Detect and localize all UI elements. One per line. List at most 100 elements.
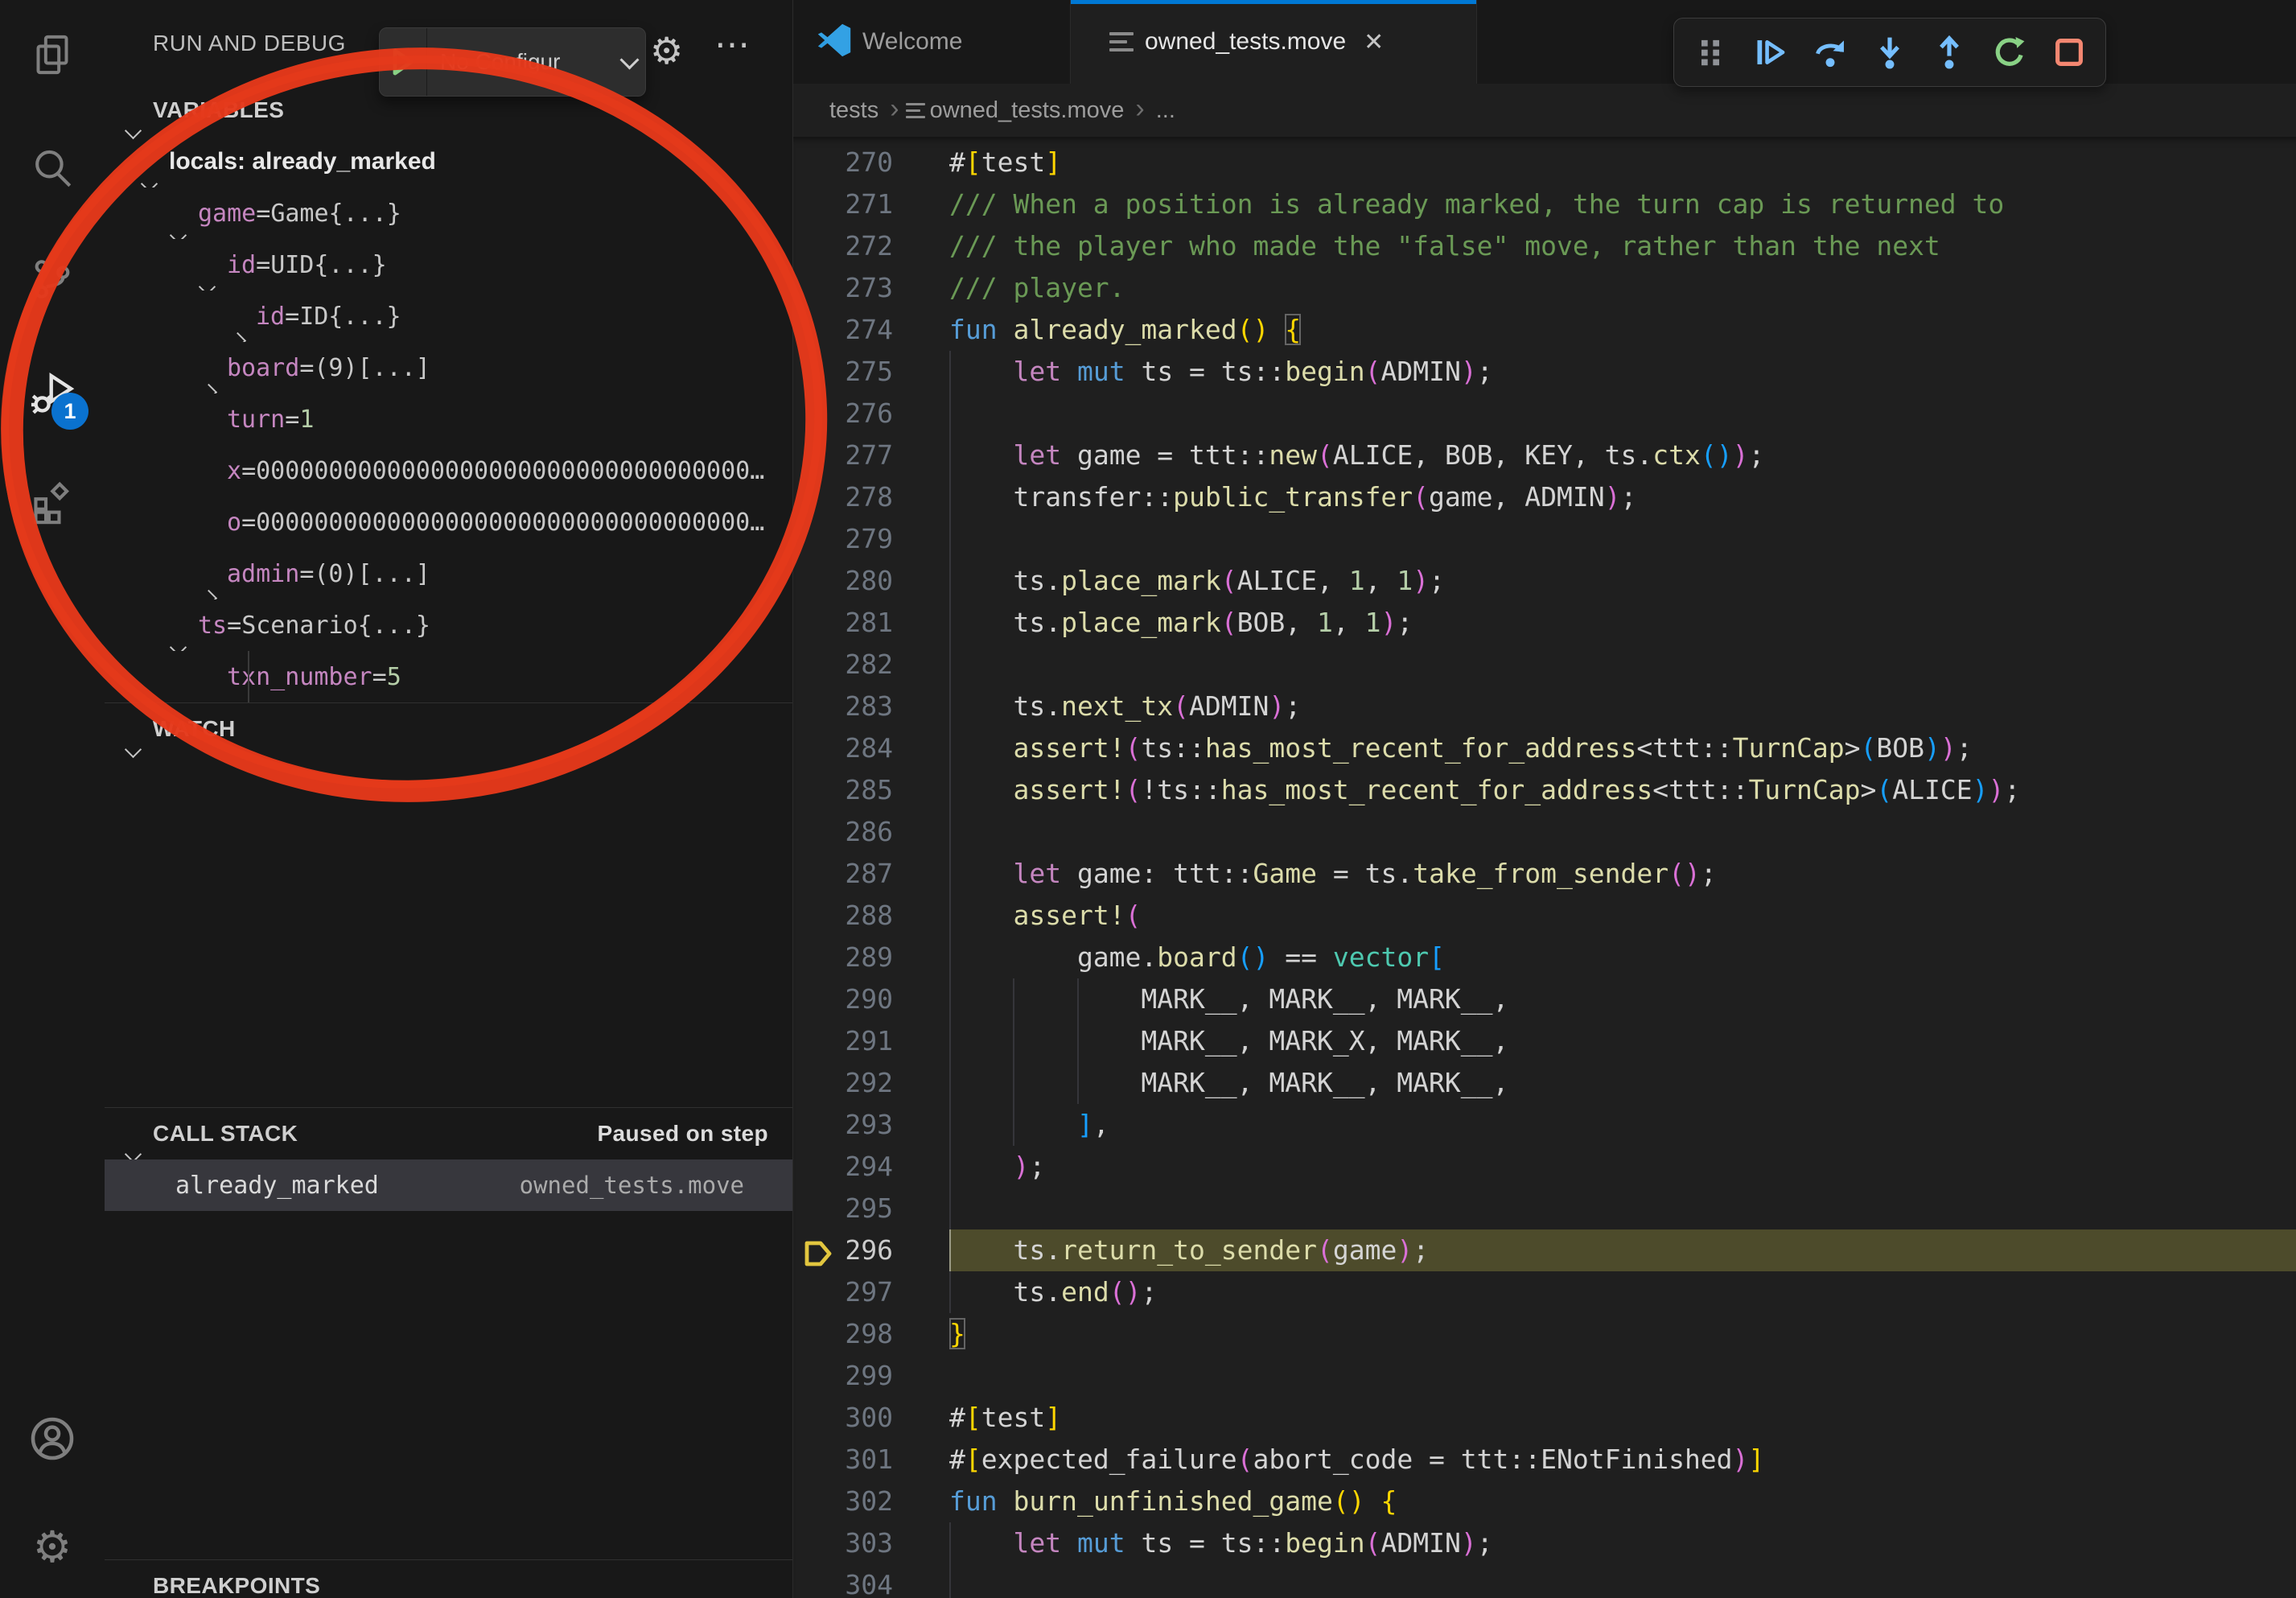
line-number[interactable]: 292	[793, 1062, 949, 1104]
line-number[interactable]: 276	[793, 393, 949, 435]
step-over-button[interactable]	[1808, 27, 1853, 78]
line-number[interactable]: 272	[793, 225, 949, 267]
code-line-content[interactable]: );	[949, 1146, 2296, 1188]
line-number[interactable]: 279	[793, 518, 949, 560]
code-line-content[interactable]: /// When a position is already marked, t…	[949, 183, 2296, 225]
breakpoints-section-header[interactable]: BREAKPOINTS	[105, 1560, 792, 1598]
line-number[interactable]: 299	[793, 1355, 949, 1397]
code-line-content[interactable]: assert!(	[949, 895, 2296, 937]
line-number[interactable]: 282	[793, 644, 949, 686]
variable-row-txn-number[interactable]: txn_number = 5	[105, 651, 792, 702]
code-line-content[interactable]: /// the player who made the "false" move…	[949, 225, 2296, 267]
line-number[interactable]: 296	[793, 1229, 949, 1271]
code-line-content[interactable]: game.board() == vector[	[949, 937, 2296, 978]
code-line[interactable]: 294 );	[793, 1146, 2296, 1188]
variable-row-id-id[interactable]: id = ID{...}	[105, 290, 792, 342]
code-line-content[interactable]	[949, 518, 2296, 560]
line-number[interactable]: 303	[793, 1522, 949, 1564]
code-line[interactable]: 298}	[793, 1313, 2296, 1355]
line-number[interactable]: 286	[793, 811, 949, 853]
line-number[interactable]: 297	[793, 1271, 949, 1313]
code-line[interactable]: 280 ts.place_mark(ALICE, 1, 1);	[793, 560, 2296, 602]
tab-owned-tests-move[interactable]: owned_tests.move ✕	[1071, 0, 1477, 84]
code-line-content[interactable]	[949, 811, 2296, 853]
breadcrumb-file[interactable]: owned_tests.move	[930, 97, 1125, 124]
code-line[interactable]: 284 assert!(ts::has_most_recent_for_addr…	[793, 727, 2296, 769]
line-number[interactable]: 291	[793, 1020, 949, 1062]
code-line-content[interactable]: fun already_marked() {	[949, 309, 2296, 351]
line-number[interactable]: 287	[793, 853, 949, 895]
line-number[interactable]: 270	[793, 142, 949, 183]
line-number[interactable]: 298	[793, 1313, 949, 1355]
code-line-content[interactable]	[949, 1188, 2296, 1229]
line-number[interactable]: 295	[793, 1188, 949, 1229]
code-line-content[interactable]: ts.place_mark(ALICE, 1, 1);	[949, 560, 2296, 602]
code-line-content[interactable]: #[test]	[949, 142, 2296, 183]
code-line[interactable]: 274fun already_marked() {	[793, 309, 2296, 351]
code-line[interactable]: 302fun burn_unfinished_game() {	[793, 1481, 2296, 1522]
search-icon[interactable]	[0, 145, 105, 192]
variable-row-turn[interactable]: turn = 1	[105, 393, 792, 445]
variable-row-game[interactable]: game = Game{...}	[105, 187, 792, 239]
stop-button[interactable]	[2047, 27, 2092, 78]
code-line-content[interactable]: MARK__, MARK_X, MARK__,	[949, 1020, 2296, 1062]
code-line[interactable]: 279	[793, 518, 2296, 560]
code-line-content[interactable]: }	[949, 1313, 2296, 1355]
code-line-content[interactable]: /// player.	[949, 267, 2296, 309]
code-line[interactable]: 285 assert!(!ts::has_most_recent_for_add…	[793, 769, 2296, 811]
code-line-content[interactable]	[949, 644, 2296, 686]
code-line-content[interactable]	[949, 1355, 2296, 1397]
line-number[interactable]: 274	[793, 309, 949, 351]
code-line[interactable]: 303 let mut ts = ts::begin(ADMIN);	[793, 1522, 2296, 1564]
code-line-content[interactable]: assert!(ts::has_most_recent_for_address<…	[949, 727, 2296, 769]
extensions-icon[interactable]	[0, 480, 105, 526]
line-number[interactable]: 280	[793, 560, 949, 602]
code-line-content[interactable]: #[expected_failure(abort_code = ttt::ENo…	[949, 1439, 2296, 1481]
code-line-content[interactable]	[949, 393, 2296, 435]
call-stack-frame-row[interactable]: already_marked owned_tests.move	[105, 1159, 792, 1211]
drag-handle-icon[interactable]	[1688, 27, 1733, 78]
explorer-icon[interactable]	[0, 32, 105, 77]
code-line[interactable]: 270#[test]	[793, 142, 2296, 183]
line-number[interactable]: 294	[793, 1146, 949, 1188]
settings-gear-icon[interactable]: ⚙	[0, 1526, 105, 1569]
code-line[interactable]: 289 game.board() == vector[	[793, 937, 2296, 978]
step-into-button[interactable]	[1867, 27, 1912, 78]
line-number[interactable]: 281	[793, 602, 949, 644]
watch-section-header[interactable]: WATCH	[105, 703, 792, 755]
code-line-content[interactable]: ts.next_tx(ADMIN);	[949, 686, 2296, 727]
code-line-content[interactable]	[949, 1564, 2296, 1598]
code-line-content[interactable]: let mut ts = ts::begin(ADMIN);	[949, 351, 2296, 393]
line-number[interactable]: 273	[793, 267, 949, 309]
code-line[interactable]: 282	[793, 644, 2296, 686]
restart-button[interactable]	[1987, 27, 2032, 78]
variables-section-header[interactable]: VARIABLES	[105, 84, 792, 136]
variable-row-id-uid[interactable]: id = UID{...}	[105, 239, 792, 290]
code-line[interactable]: 273/// player.	[793, 267, 2296, 309]
line-number[interactable]: 301	[793, 1439, 949, 1481]
code-line[interactable]: 287 let game: ttt::Game = ts.take_from_s…	[793, 853, 2296, 895]
variable-row-ts[interactable]: ts = Scenario{...}	[105, 599, 792, 651]
breadcrumb-symbol[interactable]: ...	[1156, 97, 1175, 124]
variable-row-board[interactable]: board = (9)[...]	[105, 342, 792, 393]
code-line[interactable]: 275 let mut ts = ts::begin(ADMIN);	[793, 351, 2296, 393]
source-control-icon[interactable]	[0, 256, 105, 303]
account-icon[interactable]	[0, 1413, 105, 1464]
more-actions-icon[interactable]: ⋯	[714, 24, 750, 65]
code-line-content[interactable]: MARK__, MARK__, MARK__,	[949, 1062, 2296, 1104]
code-line[interactable]: 276	[793, 393, 2296, 435]
code-line[interactable]: 290 MARK__, MARK__, MARK__,	[793, 978, 2296, 1020]
variable-row-admin[interactable]: admin = (0)[...]	[105, 548, 792, 599]
line-number[interactable]: 275	[793, 351, 949, 393]
line-number[interactable]: 285	[793, 769, 949, 811]
code-line[interactable]: 286	[793, 811, 2296, 853]
line-number[interactable]: 288	[793, 895, 949, 937]
line-number[interactable]: 284	[793, 727, 949, 769]
scope-row-locals[interactable]: locals: already_marked	[105, 136, 792, 187]
code-line[interactable]: 291 MARK__, MARK_X, MARK__,	[793, 1020, 2296, 1062]
code-line[interactable]: 283 ts.next_tx(ADMIN);	[793, 686, 2296, 727]
code-line[interactable]: 278 transfer::public_transfer(game, ADMI…	[793, 476, 2296, 518]
tab-welcome[interactable]: Welcome	[793, 0, 1071, 84]
debug-gear-icon[interactable]: ⚙	[650, 32, 683, 69]
variable-row-x[interactable]: x = 0000000000000000000000000000000000…	[105, 445, 792, 496]
